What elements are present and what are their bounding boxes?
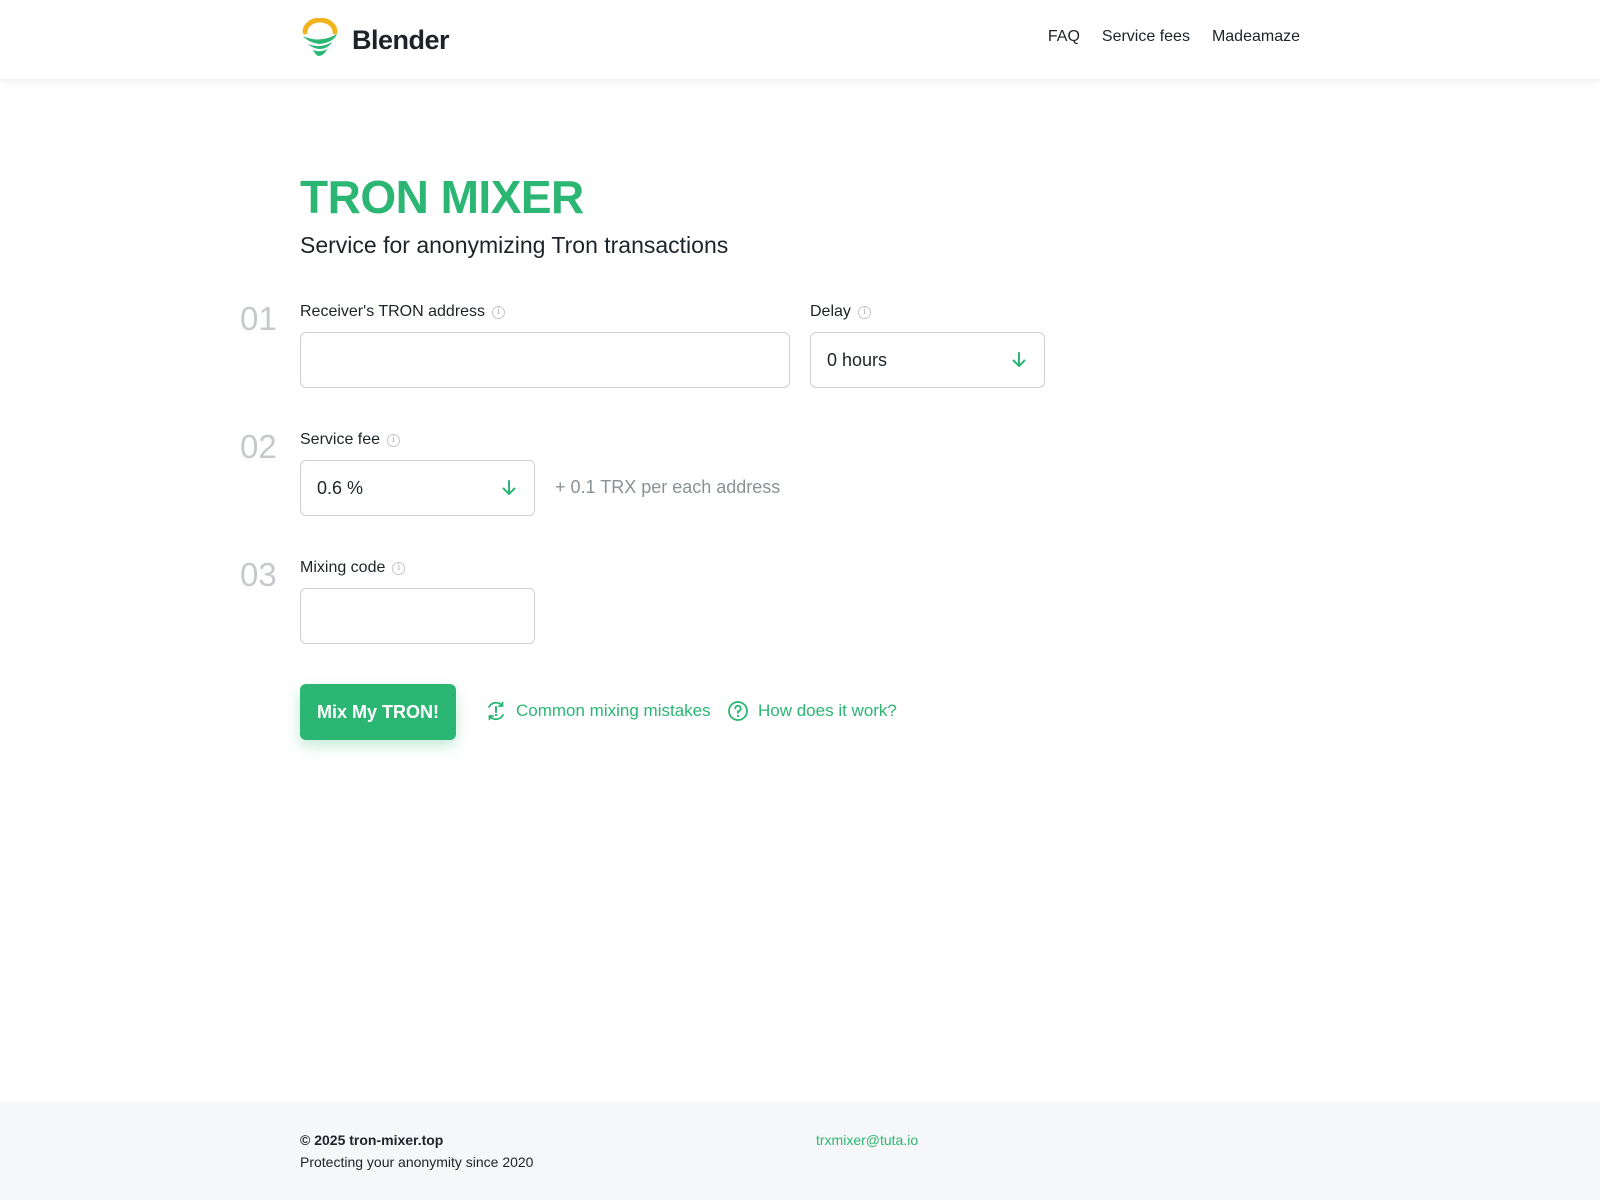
info-icon[interactable]: i [857,305,871,319]
how-it-works-text: How does it work? [758,701,897,720]
common-mistakes-link[interactable]: Common mixing mistakes [485,700,711,722]
logo[interactable]: Blender [300,17,450,63]
address-field [300,332,790,388]
service-fee-label-text: Service fee [300,431,381,448]
arrow-down-icon [500,479,518,497]
service-fee-value: 0.6 % [317,477,364,498]
footer-email-link[interactable]: trxmixer@tuta.io [816,1132,918,1148]
main-nav: FAQ Service fees Madeamaze [1048,28,1300,46]
mixing-code-field [300,588,535,644]
mixing-code-label: Mixing code i [300,559,406,577]
info-icon[interactable]: i [492,305,506,319]
info-icon[interactable]: i [387,433,401,447]
refresh-alert-icon [485,700,516,722]
address-label: Receiver's TRON address i [300,303,506,321]
service-fee-select[interactable]: 0.6 % [300,460,535,516]
site-header: Blender FAQ Service fees Madeamaze [0,0,1600,80]
page-title: TRON MIXER [300,171,584,223]
step-number-2: 02 [240,428,277,465]
page-subtitle: Service for anonymizing Tron transaction… [300,232,729,258]
arrow-down-icon [1010,351,1028,369]
service-fee-label: Service fee i [300,431,401,449]
delay-select[interactable]: 0 hours [810,332,1045,388]
footer-tagline: Protecting your anonymity since 2020 [300,1154,534,1170]
common-mistakes-text: Common mixing mistakes [516,701,711,720]
mixing-code-input[interactable] [301,589,534,643]
tornado-logo-icon [300,17,340,63]
delay-label: Delay i [810,303,871,321]
site-footer: © 2025 tron-mixer.top Protecting your an… [0,1102,1600,1200]
footer-copyright: © 2025 tron-mixer.top [300,1132,444,1148]
info-icon[interactable]: i [392,561,406,575]
question-circle-icon [727,700,758,722]
delay-value: 0 hours [827,349,888,370]
mix-button[interactable]: Mix My TRON! [300,684,456,740]
mixing-code-label-text: Mixing code [300,559,386,576]
address-label-text: Receiver's TRON address [300,303,486,320]
logo-text: Blender [352,24,450,55]
how-it-works-link[interactable]: How does it work? [727,700,897,722]
nav-link-faq[interactable]: FAQ [1048,28,1080,46]
delay-label-text: Delay [810,303,851,320]
step-number-1: 01 [240,300,277,337]
nav-link-service-fees[interactable]: Service fees [1102,28,1190,46]
fee-extra-note: + 0.1 TRX per each address [555,477,781,497]
step-number-3: 03 [240,556,277,593]
receiver-address-input[interactable] [301,333,789,387]
nav-link-madeamaze[interactable]: Madeamaze [1212,28,1300,46]
